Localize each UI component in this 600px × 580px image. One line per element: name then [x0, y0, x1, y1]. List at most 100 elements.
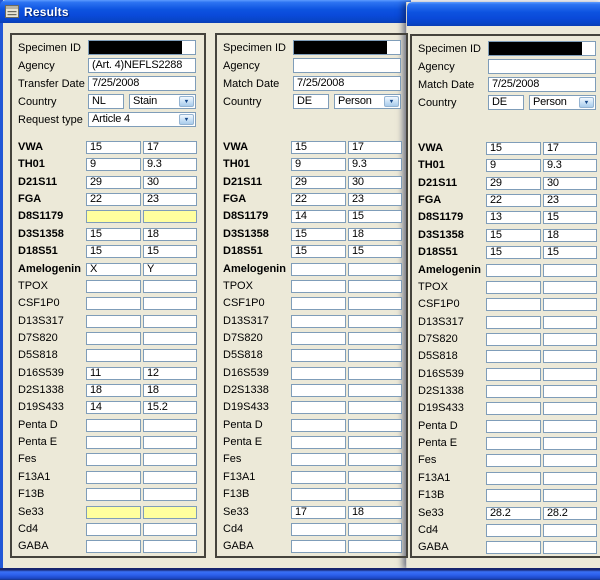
allele-2-field[interactable]: 9.3: [543, 159, 597, 172]
allele-2-field[interactable]: [348, 488, 402, 501]
allele-1-field[interactable]: [486, 541, 541, 554]
allele-1-field[interactable]: [486, 368, 541, 381]
results-titlebar[interactable]: Results: [0, 0, 411, 23]
allele-2-field[interactable]: [348, 349, 402, 362]
allele-2-field[interactable]: [143, 419, 197, 432]
allele-2-field[interactable]: 18: [348, 228, 402, 241]
allele-2-field[interactable]: [543, 454, 597, 467]
allele-1-field[interactable]: [291, 263, 346, 276]
allele-1-field[interactable]: [86, 471, 141, 484]
allele-1-field[interactable]: [291, 349, 346, 362]
allele-2-field[interactable]: [543, 281, 597, 294]
allele-2-field[interactable]: [543, 524, 597, 537]
allele-2-field[interactable]: 18: [348, 506, 402, 519]
allele-1-field[interactable]: [86, 210, 141, 223]
allele-2-field[interactable]: [348, 315, 402, 328]
dropdown-button[interactable]: ▼: [179, 114, 194, 125]
allele-1-field[interactable]: [486, 524, 541, 537]
allele-1-field[interactable]: 22: [486, 194, 541, 207]
allele-1-field[interactable]: [291, 488, 346, 501]
allele-1-field[interactable]: [291, 401, 346, 414]
allele-2-field[interactable]: [348, 263, 402, 276]
allele-1-field[interactable]: [291, 471, 346, 484]
allele-1-field[interactable]: [291, 523, 346, 536]
allele-1-field[interactable]: 15: [291, 245, 346, 258]
allele-2-field[interactable]: [348, 453, 402, 466]
allele-2-field[interactable]: 15: [543, 246, 597, 259]
allele-1-field[interactable]: 9: [291, 158, 346, 171]
allele-2-field[interactable]: 23: [543, 194, 597, 207]
allele-2-field[interactable]: 9.3: [143, 158, 197, 171]
overlapping-window-titlebar[interactable]: [407, 2, 600, 26]
allele-2-field[interactable]: 15: [348, 245, 402, 258]
allele-1-field[interactable]: 28.2: [486, 507, 541, 520]
allele-1-field[interactable]: [86, 506, 141, 519]
allele-1-field[interactable]: 14: [86, 401, 141, 414]
allele-1-field[interactable]: [86, 349, 141, 362]
allele-1-field[interactable]: [86, 523, 141, 536]
allele-2-field[interactable]: [348, 297, 402, 310]
allele-1-field[interactable]: [486, 264, 541, 277]
allele-2-field[interactable]: [143, 506, 197, 519]
allele-2-field[interactable]: 18: [543, 229, 597, 242]
allele-2-field[interactable]: 15: [348, 210, 402, 223]
allele-2-field[interactable]: 30: [348, 176, 402, 189]
allele-2-field[interactable]: [143, 471, 197, 484]
allele-1-field[interactable]: 22: [291, 193, 346, 206]
allele-2-field[interactable]: 12: [143, 367, 197, 380]
allele-2-field[interactable]: 30: [143, 176, 197, 189]
allele-2-field[interactable]: [143, 332, 197, 345]
allele-1-field[interactable]: [486, 333, 541, 346]
dropdown-button[interactable]: ▼: [579, 97, 594, 108]
allele-2-field[interactable]: [348, 332, 402, 345]
allele-2-field[interactable]: [543, 333, 597, 346]
allele-2-field[interactable]: 18: [143, 384, 197, 397]
allele-1-field[interactable]: [86, 297, 141, 310]
allele-1-field[interactable]: [86, 280, 141, 293]
allele-2-field[interactable]: 17: [543, 142, 597, 155]
specimen-id-field[interactable]: [488, 41, 596, 56]
allele-1-field[interactable]: [86, 488, 141, 501]
allele-2-field[interactable]: 28.2: [543, 507, 597, 520]
allele-1-field[interactable]: [486, 420, 541, 433]
allele-1-field[interactable]: 29: [86, 176, 141, 189]
allele-2-field[interactable]: [543, 420, 597, 433]
allele-2-field[interactable]: [348, 540, 402, 553]
allele-1-field[interactable]: [86, 540, 141, 553]
allele-2-field[interactable]: [348, 419, 402, 432]
allele-1-field[interactable]: 13: [486, 211, 541, 224]
allele-2-field[interactable]: [348, 367, 402, 380]
allele-2-field[interactable]: [143, 315, 197, 328]
allele-2-field[interactable]: [143, 280, 197, 293]
allele-2-field[interactable]: [543, 264, 597, 277]
allele-2-field[interactable]: [543, 368, 597, 381]
allele-2-field[interactable]: [143, 349, 197, 362]
allele-1-field[interactable]: [291, 453, 346, 466]
allele-2-field[interactable]: [543, 316, 597, 329]
allele-1-field[interactable]: 15: [86, 141, 141, 154]
allele-1-field[interactable]: 15: [291, 141, 346, 154]
allele-1-field[interactable]: 15: [486, 142, 541, 155]
allele-2-field[interactable]: Y: [143, 263, 197, 276]
agency-field[interactable]: (Art. 4)NEFLS2288: [88, 58, 196, 73]
allele-1-field[interactable]: [291, 540, 346, 553]
allele-1-field[interactable]: [486, 402, 541, 415]
allele-1-field[interactable]: [291, 280, 346, 293]
allele-1-field[interactable]: 15: [86, 245, 141, 258]
allele-2-field[interactable]: 17: [348, 141, 402, 154]
allele-2-field[interactable]: [543, 402, 597, 415]
allele-1-field[interactable]: 11: [86, 367, 141, 380]
allele-1-field[interactable]: 17: [291, 506, 346, 519]
allele-2-field[interactable]: [543, 472, 597, 485]
allele-2-field[interactable]: 17: [143, 141, 197, 154]
allele-1-field[interactable]: [486, 298, 541, 311]
allele-1-field[interactable]: [486, 350, 541, 363]
country-code-field[interactable]: DE: [488, 95, 524, 110]
allele-1-field[interactable]: [86, 332, 141, 345]
allele-1-field[interactable]: 15: [486, 246, 541, 259]
allele-2-field[interactable]: [543, 489, 597, 502]
allele-1-field[interactable]: [486, 454, 541, 467]
allele-1-field[interactable]: [291, 419, 346, 432]
allele-1-field[interactable]: 14: [291, 210, 346, 223]
allele-2-field[interactable]: 15: [543, 211, 597, 224]
